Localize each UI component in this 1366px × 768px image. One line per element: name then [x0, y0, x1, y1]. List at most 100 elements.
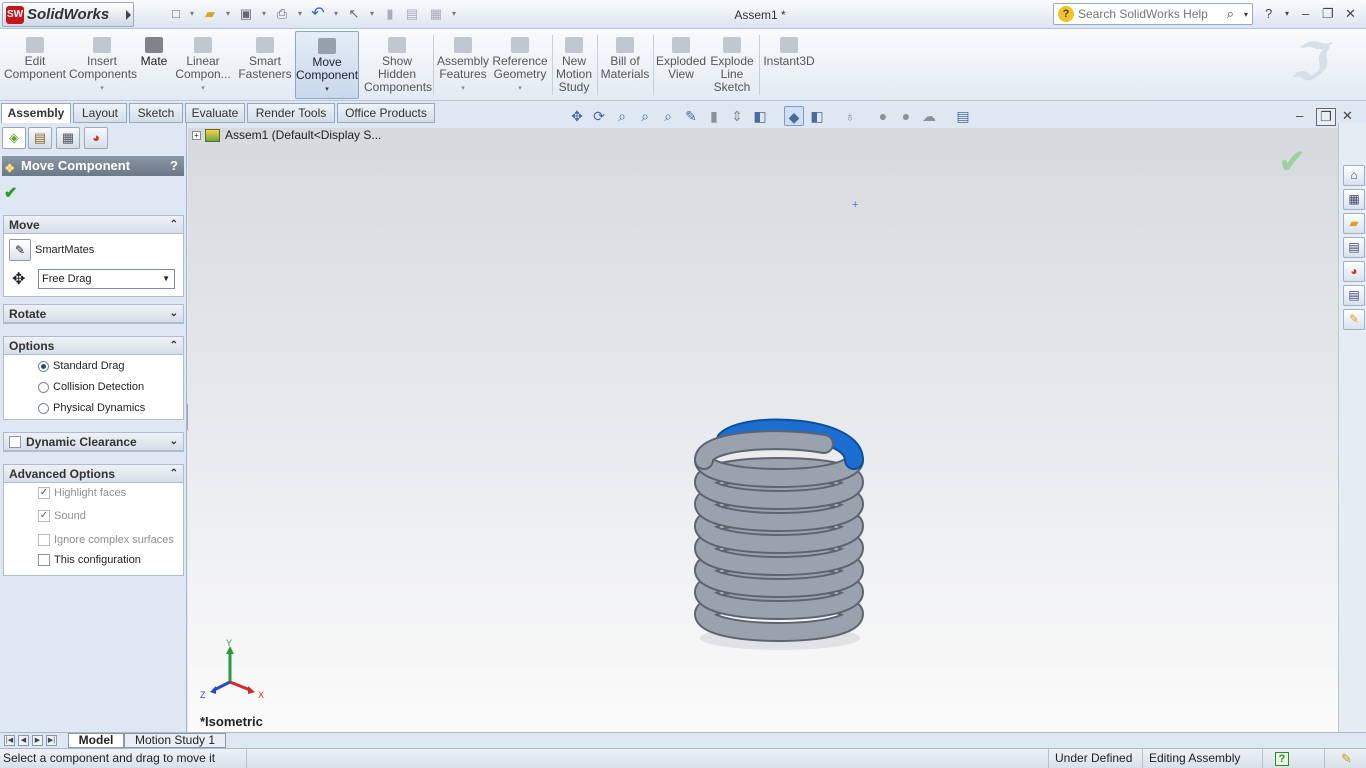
rebuild-icon[interactable]: ▮: [382, 6, 398, 22]
reference-geometry-dropdown-icon[interactable]: ▾: [492, 82, 548, 95]
propertymanager-tab-icon[interactable]: ▤: [28, 127, 52, 149]
sound-option[interactable]: ✓ Sound: [38, 510, 86, 523]
section-view-icon[interactable]: ✎: [681, 106, 701, 126]
edit-component-button[interactable]: Edit Component: [3, 31, 67, 99]
smartmates-icon[interactable]: ✎: [9, 239, 31, 261]
hide-show-items-icon[interactable]: ♁: [840, 106, 860, 126]
move-group-header[interactable]: Move ⌃: [4, 216, 183, 234]
spring-model[interactable]: [688, 416, 878, 656]
search-icon[interactable]: ⌕: [1227, 6, 1234, 22]
doc-restore-icon[interactable]: ❐: [1316, 108, 1336, 126]
explode-line-sketch-button[interactable]: Explode Line Sketch: [708, 31, 756, 99]
rotate-group-header[interactable]: Rotate ⌄: [4, 305, 183, 323]
zoom-to-fit-icon[interactable]: ⌕: [612, 106, 632, 126]
pan-icon[interactable]: ✥: [567, 106, 587, 126]
tab-layout[interactable]: Layout: [73, 103, 127, 123]
edit-appearance-icon[interactable]: ●: [873, 106, 893, 126]
solidworks-menu-button[interactable]: SW SolidWorks: [2, 2, 134, 27]
tab-office-products[interactable]: Office Products: [337, 103, 435, 123]
tab-render-tools[interactable]: Render Tools: [247, 103, 335, 123]
new-document-icon[interactable]: □: [168, 6, 184, 22]
dynamic-annotation-icon[interactable]: ▮: [704, 106, 724, 126]
feature-tree-root[interactable]: + Assem1 (Default<Display S...: [192, 128, 381, 143]
displaymanager-tab-icon[interactable]: ◕: [84, 127, 108, 149]
dynamic-clearance-header[interactable]: Dynamic Clearance ⌄: [4, 433, 183, 451]
help-dropdown-icon[interactable]: ▾: [1285, 9, 1289, 18]
tab-assembly[interactable]: Assembly: [1, 103, 71, 124]
smart-fasteners-button[interactable]: Smart Fasteners: [237, 31, 293, 99]
insert-components-button[interactable]: Insert Components ▾: [69, 31, 137, 99]
design-library-icon[interactable]: ▦: [1343, 189, 1365, 210]
standard-drag-radio[interactable]: [38, 360, 49, 372]
undo-icon[interactable]: ↶: [310, 6, 326, 22]
tab-evaluate[interactable]: Evaluate: [185, 103, 245, 123]
save-icon[interactable]: ▣: [238, 6, 254, 22]
solidworks-forum-icon[interactable]: ✎: [1343, 309, 1365, 330]
open-icon[interactable]: ▰: [202, 6, 218, 22]
rebuild-status-icon[interactable]: ✎: [1341, 749, 1352, 768]
shaded-with-edges-icon[interactable]: ◆: [784, 106, 804, 126]
restore-window-icon[interactable]: ❐: [1322, 6, 1334, 22]
this-configuration-checkbox[interactable]: [38, 554, 50, 567]
display-style-icon[interactable]: ◧: [807, 106, 827, 126]
expand-plus-icon[interactable]: +: [192, 131, 201, 141]
zoom-to-area-icon[interactable]: ⌕: [635, 106, 655, 126]
linear-component-pattern-button[interactable]: Linear Compon... ▾: [173, 31, 233, 99]
options-dropdown-icon[interactable]: ▾: [450, 6, 458, 22]
file-explorer-icon[interactable]: ▰: [1343, 213, 1365, 234]
rotate-view-icon[interactable]: ⟳: [589, 106, 609, 126]
save-dropdown-icon[interactable]: ▾: [260, 6, 268, 22]
custom-properties-icon[interactable]: ▤: [1343, 285, 1365, 306]
physical-dynamics-option[interactable]: Physical Dynamics: [38, 402, 145, 414]
this-configuration-option[interactable]: This configuration: [38, 554, 141, 567]
mate-button[interactable]: Mate: [138, 31, 170, 99]
exploded-view-button[interactable]: Exploded View: [656, 31, 706, 99]
advanced-options-header[interactable]: Advanced Options ⌃: [4, 465, 183, 483]
help-button[interactable]: ?: [170, 156, 178, 176]
configurationmanager-tab-icon[interactable]: ▦: [56, 127, 80, 149]
doc-minimize-icon[interactable]: –: [1296, 108, 1303, 123]
tab-sketch[interactable]: Sketch: [129, 103, 183, 123]
new-motion-study-button[interactable]: New Motion Study: [555, 31, 593, 99]
view-orientation-icon[interactable]: ⇕: [727, 106, 747, 126]
first-tab-icon[interactable]: |◀: [4, 735, 15, 746]
collapse-chevron-icon[interactable]: ⌃: [170, 216, 178, 234]
close-window-icon[interactable]: ✕: [1345, 6, 1356, 22]
apply-scene-icon[interactable]: ●: [896, 106, 916, 126]
collapse-chevron-icon[interactable]: ⌃: [170, 465, 178, 483]
realview-icon[interactable]: ☁: [919, 106, 939, 126]
ok-check-icon[interactable]: ✔: [4, 183, 17, 203]
select-dropdown-icon[interactable]: ▾: [368, 6, 376, 22]
search-input[interactable]: [1078, 6, 1228, 22]
file-properties-icon[interactable]: ▤: [404, 6, 420, 22]
move-component-button[interactable]: Move Component ▾: [295, 31, 359, 99]
options-group-header[interactable]: Options ⌃: [4, 337, 183, 355]
instant3d-button[interactable]: Instant3D: [762, 31, 816, 99]
options-icon[interactable]: ▦: [428, 6, 444, 22]
view-settings-icon[interactable]: ▤: [953, 106, 973, 126]
ignore-complex-surfaces-option[interactable]: Ignore complex surfaces: [38, 534, 174, 547]
collision-detection-option[interactable]: Collision Detection: [38, 381, 144, 393]
open-dropdown-icon[interactable]: ▾: [224, 6, 232, 22]
minimize-window-icon[interactable]: –: [1302, 6, 1309, 21]
show-hidden-components-button[interactable]: Show Hidden Components: [364, 31, 432, 99]
reference-geometry-button[interactable]: Reference Geometry ▾: [492, 31, 548, 99]
new-dropdown-icon[interactable]: ▾: [188, 6, 196, 22]
tab-motion-study-1[interactable]: Motion Study 1: [124, 733, 226, 748]
dynamic-clearance-checkbox[interactable]: [9, 436, 21, 448]
highlight-faces-checkbox[interactable]: ✓: [38, 487, 50, 500]
appearances-scenes-icon[interactable]: ◕: [1343, 261, 1365, 282]
bill-of-materials-button[interactable]: Bill of Materials: [600, 31, 650, 99]
help-search-box[interactable]: ? ⌕ ▾: [1053, 3, 1253, 25]
view-palette-icon[interactable]: ▤: [1343, 237, 1365, 258]
insert-components-dropdown-icon[interactable]: ▾: [69, 82, 135, 95]
undo-dropdown-icon[interactable]: ▾: [332, 6, 340, 22]
previous-tab-icon[interactable]: ◀: [18, 735, 29, 746]
doc-close-icon[interactable]: ✕: [1342, 108, 1353, 124]
select-icon[interactable]: ↖: [346, 6, 362, 22]
quick-tips-icon[interactable]: ?: [1275, 752, 1289, 766]
search-dropdown-icon[interactable]: ▾: [1244, 10, 1248, 19]
next-tab-icon[interactable]: ▶: [32, 735, 43, 746]
drag-mode-select[interactable]: Free Drag ▼: [38, 269, 175, 289]
last-tab-icon[interactable]: ▶|: [46, 735, 57, 746]
